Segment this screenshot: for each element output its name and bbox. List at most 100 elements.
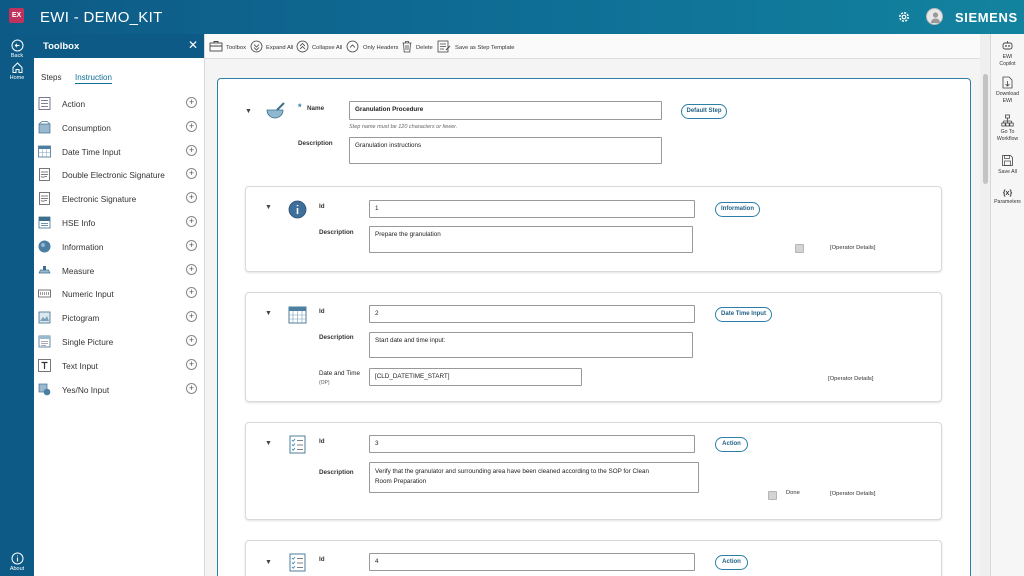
download-ewi-button[interactable]: Download EWI — [991, 76, 1024, 105]
info-circle-icon — [11, 552, 23, 565]
download-label-2: EWI — [1002, 98, 1013, 104]
add-icon[interactable]: + — [186, 382, 197, 394]
save-all-button[interactable]: Save All — [991, 154, 1024, 176]
scale-icon — [38, 265, 51, 273]
collapse-all-button[interactable]: Collapse All — [296, 40, 344, 54]
checklist-icon — [289, 553, 306, 572]
add-icon[interactable]: + — [186, 358, 197, 370]
avatar[interactable] — [926, 8, 943, 25]
id-input[interactable]: 4 — [369, 553, 695, 571]
add-icon[interactable]: + — [186, 311, 197, 323]
left-rail: Back Home About — [0, 34, 34, 576]
toolbox-item[interactable]: Yes/No Input + — [34, 380, 204, 400]
home-icon — [12, 62, 22, 73]
yesno-icon — [38, 383, 51, 395]
done-checkbox[interactable] — [768, 491, 777, 500]
add-icon[interactable]: + — [186, 263, 197, 275]
go-to-workflow-button[interactable]: Go To Workflow — [991, 114, 1024, 143]
date-time-sublabel: (OP) — [319, 380, 330, 386]
app-header: EX EWI - DEMO_KIT SIEMENS — [0, 0, 1024, 34]
add-icon[interactable]: + — [186, 144, 197, 156]
chevron-down-icon[interactable]: ▼ — [265, 440, 272, 447]
tab-instruction[interactable]: Instruction — [75, 73, 112, 84]
home-button[interactable]: Home — [0, 61, 34, 81]
add-icon[interactable]: + — [186, 168, 197, 180]
toolbox-item[interactable]: Consumption + — [34, 118, 204, 138]
step-editor: ▼ * Name Granulation Procedure Step name… — [217, 78, 971, 576]
signature-icon — [39, 192, 50, 206]
toolbox-item[interactable]: Electronic Signature + — [34, 189, 204, 209]
add-icon[interactable]: + — [186, 97, 197, 108]
type-badge-information[interactable]: Information — [715, 202, 760, 217]
instruction-card-information: ▼ Id 1 Information Description Prepare t… — [245, 186, 942, 272]
date-time-input[interactable]: [CLD_DATETIME_START] — [369, 368, 582, 386]
toolbox-item[interactable]: HSE Info + — [34, 213, 204, 233]
toolbox-button-label: Toolbox — [226, 45, 246, 51]
save-template-button[interactable]: Save as Step Template — [437, 40, 517, 54]
add-icon[interactable]: + — [186, 192, 197, 204]
default-step-badge[interactable]: Default Step — [681, 104, 727, 119]
id-input[interactable]: 2 — [369, 305, 695, 323]
operator-checkbox[interactable] — [795, 244, 804, 253]
main-area: Toolbox Expand All Collapse All Only Hea… — [205, 34, 990, 576]
chevron-down-icon[interactable]: ▼ — [265, 310, 272, 317]
id-input[interactable]: 1 — [369, 200, 695, 218]
toolbox-item[interactable]: Date Time Input + — [34, 142, 204, 162]
toolbox-item[interactable]: Pictogram + — [34, 308, 204, 328]
toolbox-tabs: Steps Instruction — [34, 58, 204, 88]
parameters-button[interactable]: {x} Parameters — [991, 190, 1024, 206]
scrollbar-thumb[interactable] — [983, 74, 988, 184]
close-icon[interactable]: ✕ — [188, 38, 198, 52]
operator-details-link[interactable]: [Operator Details] — [830, 491, 875, 497]
toolbox-button[interactable]: Toolbox — [209, 40, 253, 54]
toolbox-item-label: Electronic Signature — [62, 194, 137, 205]
chevron-down-icon[interactable]: ▼ — [265, 204, 272, 211]
toolbox-item-label: Information — [62, 241, 104, 252]
tab-steps[interactable]: Steps — [41, 73, 61, 82]
toolbox-panel: Toolbox ✕ Steps Instruction Action + Consu… — [34, 34, 205, 576]
operator-details-link[interactable]: [Operator Details] — [828, 376, 873, 382]
about-button[interactable]: About — [0, 552, 34, 572]
chevron-down-icon[interactable]: ▼ — [265, 559, 272, 566]
about-label: About — [9, 566, 25, 572]
vertical-scrollbar[interactable] — [980, 34, 990, 576]
chevron-down-icon[interactable]: ▼ — [245, 108, 252, 115]
type-badge-action[interactable]: Action — [715, 555, 748, 570]
type-badge-action[interactable]: Action — [715, 437, 748, 452]
add-icon[interactable]: + — [186, 239, 197, 251]
name-label: Name — [307, 105, 325, 112]
ewi-copilot-button[interactable]: EWI Copilot — [991, 39, 1024, 68]
add-icon[interactable]: + — [186, 216, 197, 227]
toolbox-item-label: Text Input — [62, 360, 98, 371]
toolbox-item[interactable]: Numeric Input + — [34, 284, 204, 304]
step-description-input[interactable]: Granulation instructions — [349, 137, 662, 164]
add-icon[interactable]: + — [186, 335, 197, 346]
description-input[interactable]: Start date and time input: — [369, 332, 693, 358]
toolbox-item[interactable]: Single Picture + — [34, 332, 204, 352]
add-icon[interactable]: + — [186, 120, 197, 132]
name-input[interactable]: Granulation Procedure — [349, 101, 662, 120]
copilot-icon — [1002, 41, 1013, 50]
toolbox-item[interactable]: Measure + — [34, 261, 204, 281]
toolbox-item[interactable]: Action + — [34, 94, 204, 114]
description-input[interactable]: Prepare the granulation — [369, 226, 693, 253]
copilot-label-1: EWI — [1002, 54, 1013, 60]
type-badge-datetime[interactable]: Date Time Input — [715, 307, 772, 322]
gear-icon[interactable] — [897, 10, 911, 24]
add-icon[interactable]: + — [186, 287, 197, 299]
picture-icon — [38, 335, 51, 348]
expand-all-label: Expand All — [266, 45, 294, 51]
description-input[interactable]: Verify that the granulator and surroundi… — [369, 462, 699, 493]
only-headers-button[interactable]: Only Headers — [346, 40, 398, 54]
operator-details-link[interactable]: [Operator Details] — [830, 245, 875, 251]
toolbox-item[interactable]: Information + — [34, 237, 204, 257]
done-label: Done — [786, 490, 800, 496]
toolbox-item[interactable]: Double Electronic Signature + — [34, 165, 204, 185]
toolbox-item[interactable]: Text Input + — [34, 356, 204, 376]
back-button[interactable]: Back — [0, 39, 34, 59]
trash-icon — [402, 41, 412, 53]
delete-button[interactable]: Delete — [401, 40, 433, 54]
expand-all-button[interactable]: Expand All — [250, 40, 294, 54]
id-input[interactable]: 3 — [369, 435, 695, 453]
home-label: Home — [9, 75, 25, 81]
